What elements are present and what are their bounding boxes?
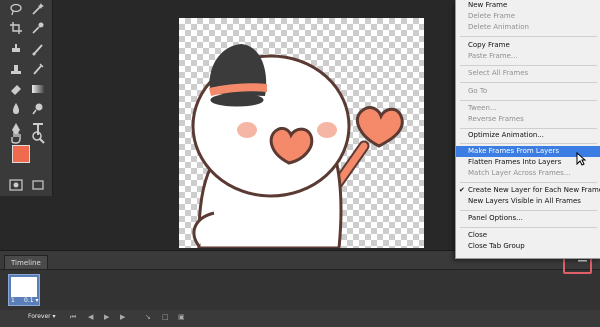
timeline-frames-area: 1 0.1 ▾ (0, 269, 600, 310)
menu-item-delete-animation[interactable]: Delete Animation (456, 22, 600, 33)
hand-icon[interactable] (7, 128, 25, 146)
previous-frame-icon[interactable]: ◀ (88, 313, 93, 321)
tween-icon[interactable]: ↘ (145, 313, 151, 321)
eyedropper-icon[interactable] (29, 19, 47, 37)
foreground-color-swatch[interactable] (12, 145, 30, 163)
menu-separator (460, 128, 597, 129)
menu-item-match-layer-across-frames[interactable]: Match Layer Across Frames... (456, 168, 600, 179)
crop-icon[interactable] (7, 19, 25, 37)
menu-separator (460, 143, 597, 144)
menu-item-new-layers-visible[interactable]: New Layers Visible in All Frames (456, 196, 600, 207)
menu-item-delete-frame[interactable]: Delete Frame (456, 11, 600, 22)
delete-frame-icon[interactable]: ▣ (178, 313, 185, 321)
cursor-icon (576, 152, 586, 166)
document-canvas[interactable] (179, 18, 424, 248)
frame-preview (11, 277, 37, 297)
menu-item-label: Create New Layer for Each New Frame (468, 186, 600, 194)
frame-delay-dropdown[interactable]: 0.1 ▾ (24, 297, 38, 304)
menu-item-new-frame[interactable]: New Frame (456, 0, 600, 11)
menu-item-go-to[interactable]: Go To (456, 86, 600, 97)
tools-panel (0, 0, 53, 196)
eraser-icon[interactable] (7, 80, 25, 98)
menu-separator (460, 210, 597, 211)
menu-item-close-tab-group[interactable]: Close Tab Group (456, 241, 600, 252)
menu-item-copy-frame[interactable]: Copy Frame (456, 40, 600, 51)
menu-item-optimize-animation[interactable]: Optimize Animation... (456, 130, 600, 141)
brush-icon[interactable] (29, 40, 47, 58)
menu-item-paste-frame[interactable]: Paste Frame... (456, 51, 600, 62)
menu-separator (460, 227, 597, 228)
menu-item-tween[interactable]: Tween... (456, 103, 600, 114)
gradient-icon[interactable] (29, 80, 47, 98)
zoom-icon[interactable] (29, 128, 47, 146)
menu-item-close[interactable]: Close (456, 230, 600, 241)
next-frame-icon[interactable]: ▶ (120, 313, 125, 321)
timeline-panel: Timeline 1 0.1 ▾ Forever ▾ ⏮ ◀ ▶ ▶ ↘ □ ▣ (0, 250, 600, 327)
frame-number: 1 (11, 297, 15, 304)
magic-wand-icon[interactable] (29, 0, 47, 18)
menu-separator (460, 36, 597, 37)
menu-item-reverse-frames[interactable]: Reverse Frames (456, 114, 600, 125)
character-artwork (191, 44, 404, 248)
menu-item-select-all-frames[interactable]: Select All Frames (456, 68, 600, 79)
history-brush-icon[interactable] (29, 60, 47, 78)
timeline-tab[interactable]: Timeline (4, 255, 48, 270)
menu-separator (460, 65, 597, 66)
first-frame-icon[interactable]: ⏮ (70, 313, 76, 322)
loop-options-dropdown[interactable]: Forever ▾ (28, 313, 56, 320)
play-icon[interactable]: ▶ (104, 313, 109, 321)
timeline-panel-menu: New Frame Delete Frame Delete Animation … (455, 0, 600, 259)
clone-stamp-icon[interactable] (7, 60, 25, 78)
dodge-icon[interactable] (29, 100, 47, 118)
menu-item-create-new-layer[interactable]: ✔ Create New Layer for Each New Frame (456, 185, 600, 196)
blur-icon[interactable] (7, 100, 25, 118)
checkmark-icon: ✔ (459, 186, 465, 194)
healing-brush-icon[interactable] (7, 40, 25, 58)
menu-separator (460, 82, 597, 83)
frame-thumbnail[interactable]: 1 0.1 ▾ (8, 274, 40, 306)
menu-separator (460, 182, 597, 183)
menu-separator (460, 100, 597, 101)
screen-mode-icon[interactable] (29, 176, 47, 194)
menu-item-panel-options[interactable]: Panel Options... (456, 213, 600, 224)
quick-mask-icon[interactable] (7, 176, 25, 194)
lasso-icon[interactable] (7, 0, 25, 18)
duplicate-frame-icon[interactable]: □ (162, 313, 169, 321)
